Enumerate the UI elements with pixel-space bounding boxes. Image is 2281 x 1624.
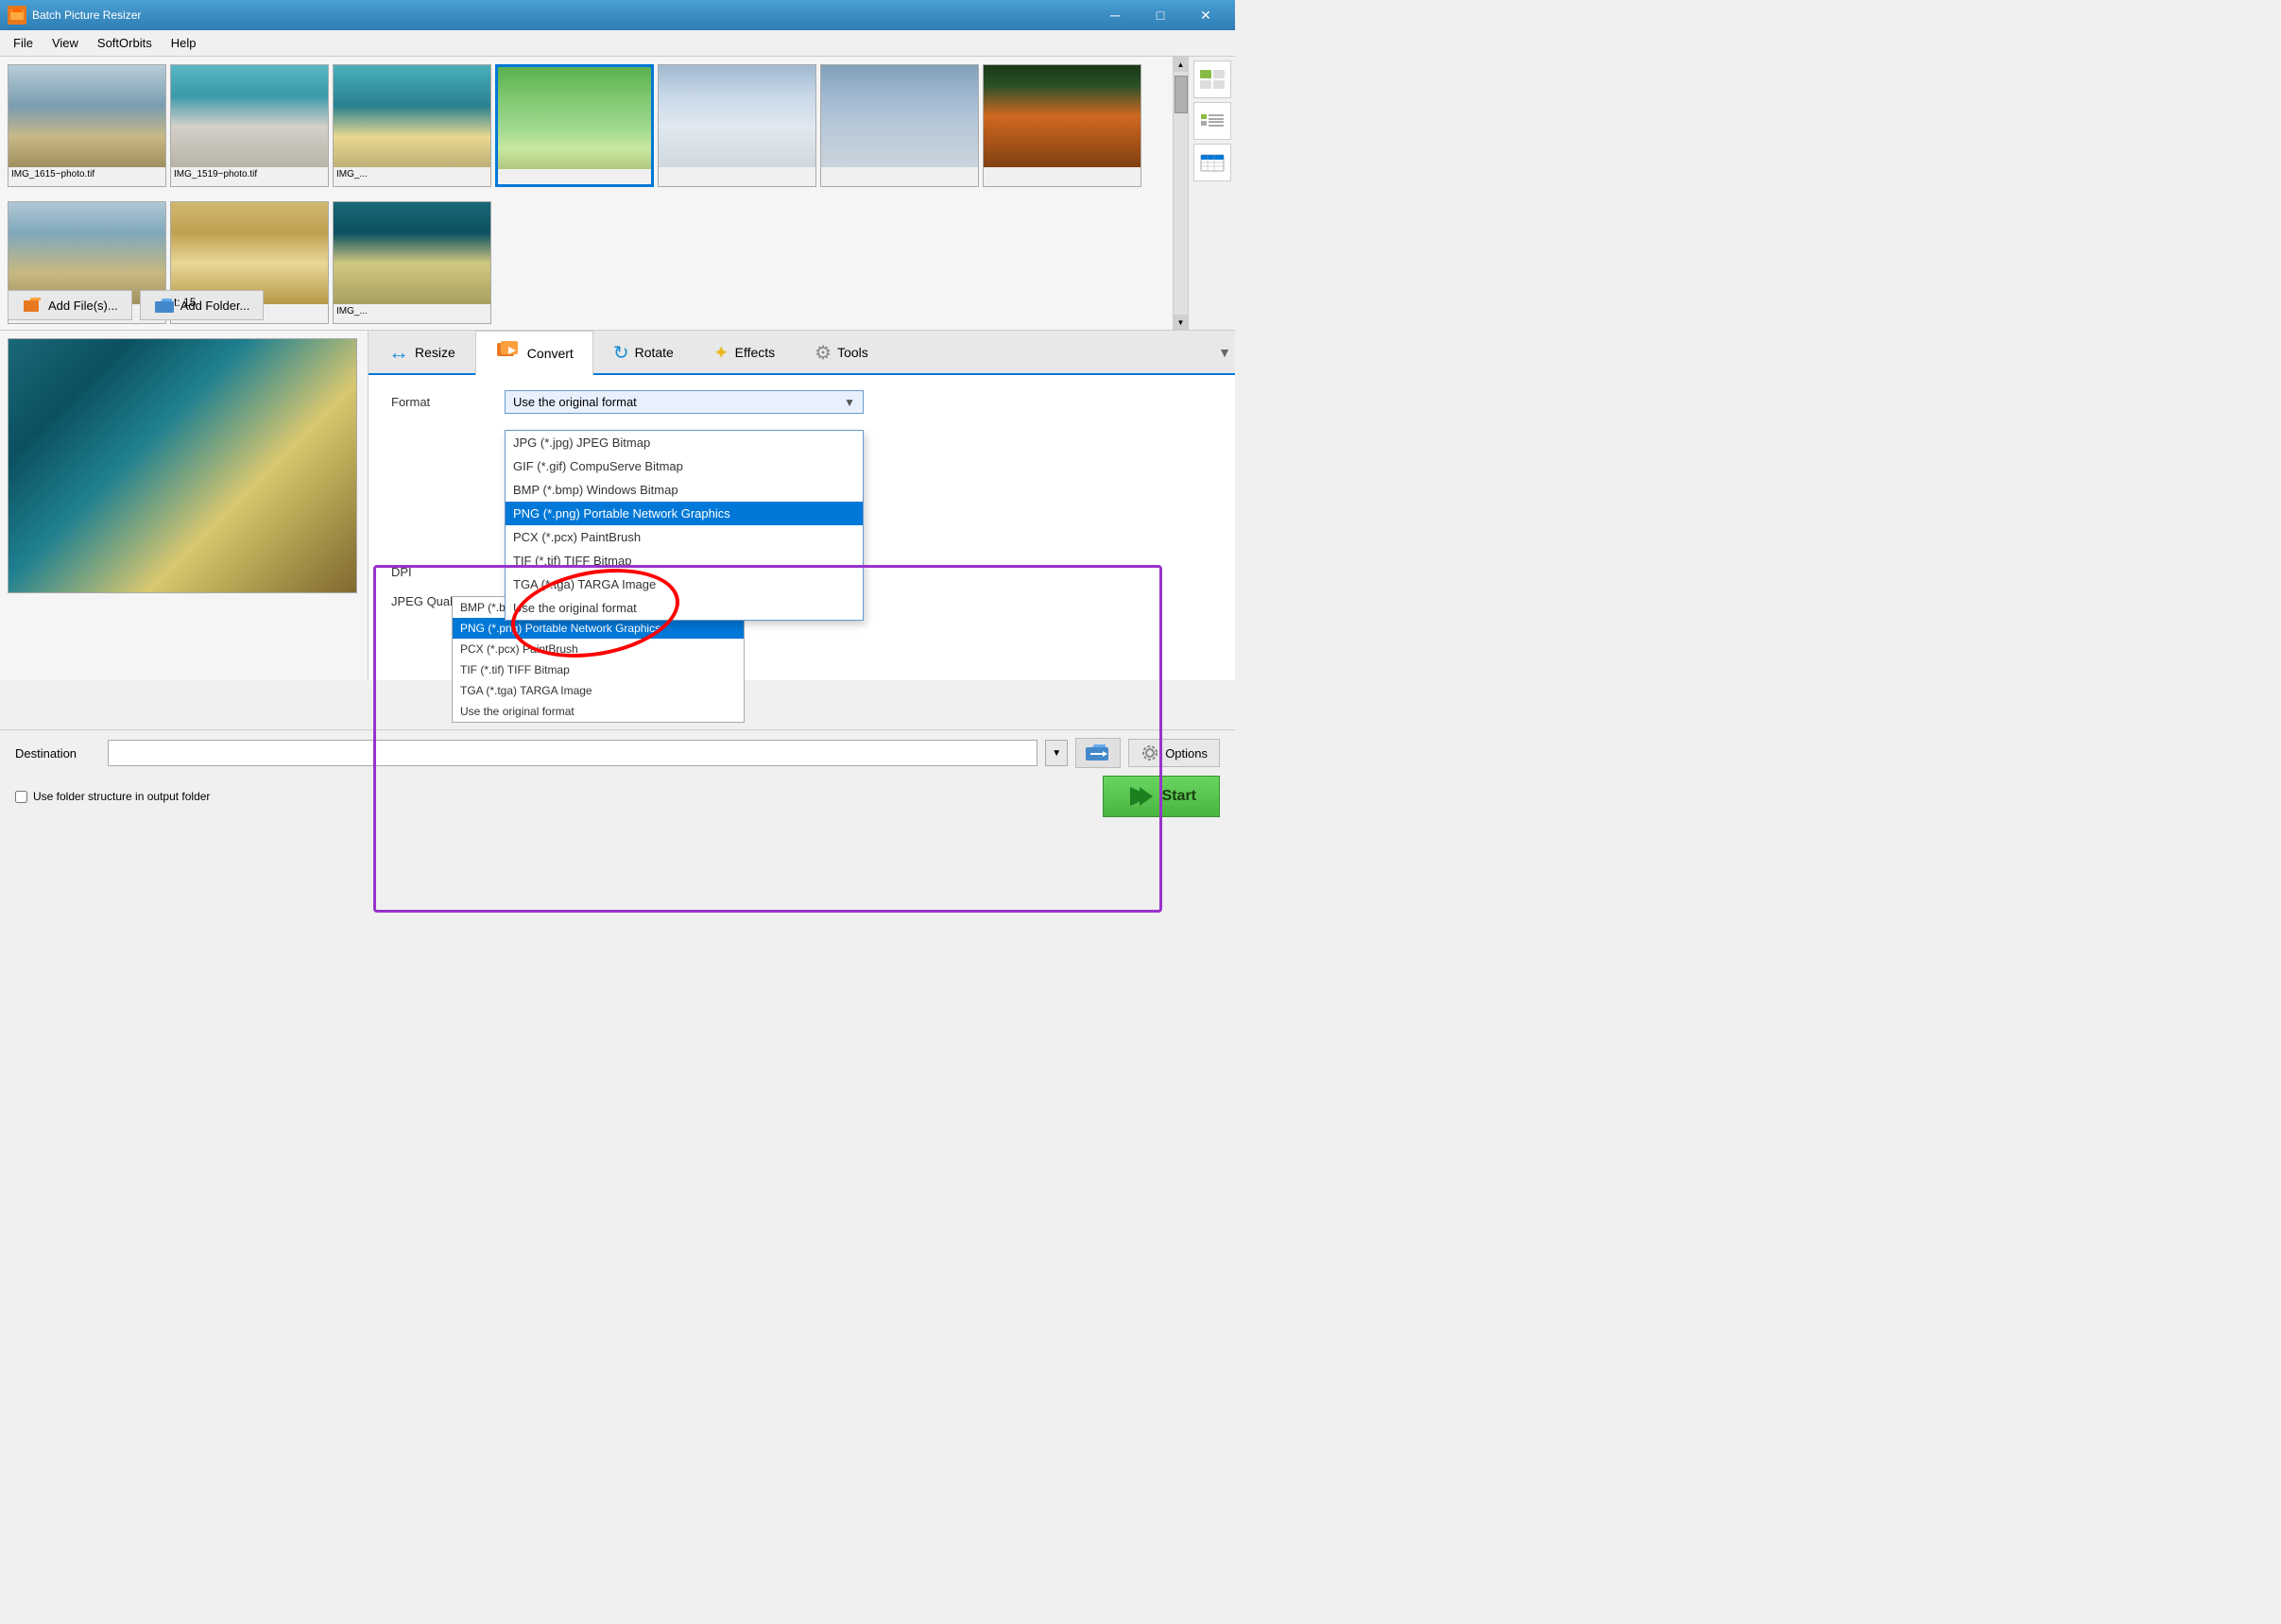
tab-convert[interactable]: Convert bbox=[475, 331, 593, 375]
format-option-tga[interactable]: TGA (*.tga) TARGA Image bbox=[506, 573, 863, 596]
convert-tab-icon bbox=[495, 339, 522, 368]
effects-tab-icon: ✦ bbox=[713, 341, 729, 365]
bg-option-tga[interactable]: TGA (*.tga) TARGA Image bbox=[453, 680, 744, 701]
thumb-6[interactable] bbox=[820, 64, 979, 187]
resize-tab-icon: ↔ bbox=[388, 340, 409, 365]
destination-row: Destination ▼ Options bbox=[15, 738, 1220, 768]
start-icon bbox=[1126, 784, 1155, 809]
thumb-2[interactable]: IMG_1519~photo.tif bbox=[170, 64, 329, 187]
browse-icon bbox=[1085, 743, 1111, 763]
format-label: Format bbox=[391, 395, 505, 409]
format-option-pcx[interactable]: PCX (*.pcx) PaintBrush bbox=[506, 525, 863, 549]
thumb-5[interactable] bbox=[658, 64, 816, 187]
image-list: IMG_1615~photo.tif IMG_1519~photo.tif IM… bbox=[0, 57, 1173, 330]
format-dropdown[interactable]: Use the original format ▼ bbox=[505, 390, 864, 414]
format-option-tif[interactable]: TIF (*.tif) TIFF Bitmap bbox=[506, 549, 863, 573]
format-option-bmp[interactable]: BMP (*.bmp) Windows Bitmap bbox=[506, 478, 863, 502]
image-strip: IMG_1615~photo.tif IMG_1519~photo.tif IM… bbox=[0, 57, 1235, 331]
thumb-1[interactable]: IMG_1615~photo.tif bbox=[8, 64, 166, 187]
options-button[interactable]: Options bbox=[1128, 739, 1220, 767]
format-control: Use the original format ▼ bbox=[505, 390, 1212, 414]
scroll-down-arrow[interactable]: ▼ bbox=[1174, 315, 1189, 330]
menu-view[interactable]: View bbox=[43, 32, 88, 54]
thumb-7[interactable] bbox=[983, 64, 1141, 187]
use-folder-checkbox[interactable] bbox=[15, 791, 27, 803]
main-preview-image bbox=[8, 338, 357, 593]
thumb-4-selected[interactable] bbox=[495, 64, 654, 187]
scroll-up-arrow[interactable]: ▲ bbox=[1174, 57, 1189, 72]
bottom-bar: Destination ▼ Options Use folder structu… bbox=[0, 729, 1235, 812]
menu-file[interactable]: File bbox=[4, 32, 43, 54]
tab-tools[interactable]: ⚙ Tools bbox=[795, 331, 888, 373]
close-button[interactable]: ✕ bbox=[1184, 0, 1227, 30]
scroll-thumb[interactable] bbox=[1175, 76, 1188, 113]
tools-tab-icon: ⚙ bbox=[815, 341, 832, 365]
right-toolbar bbox=[1188, 57, 1235, 330]
bg-option-tif[interactable]: TIF (*.tif) TIFF Bitmap bbox=[453, 659, 744, 680]
maximize-button[interactable]: □ bbox=[1139, 0, 1182, 30]
tab-rotate[interactable]: ↻ Rotate bbox=[593, 331, 694, 373]
bottom-row: Use folder structure in output folder St… bbox=[15, 776, 1220, 817]
bg-option-original[interactable]: Use the original format bbox=[453, 701, 744, 722]
tab-resize[interactable]: ↔ Resize bbox=[369, 331, 475, 373]
strip-scrollbar[interactable]: ▲ ▼ bbox=[1173, 57, 1188, 330]
dpi-label: DPI bbox=[391, 565, 505, 579]
thumb-10[interactable]: IMG_... bbox=[333, 201, 491, 324]
destination-input[interactable] bbox=[108, 740, 1038, 766]
format-row: Format Use the original format ▼ JPG (*.… bbox=[391, 390, 1212, 414]
use-folder-structure-row: Use folder structure in output folder bbox=[15, 790, 210, 803]
menu-softorbits[interactable]: SoftOrbits bbox=[88, 32, 162, 54]
tab-strip: ↔ Resize Convert ↻ Rotate ✦ Eff bbox=[369, 331, 1235, 375]
tab-effects[interactable]: ✦ Effects bbox=[694, 331, 795, 373]
bg-option-png[interactable]: PNG (*.png) Portable Network Graphics bbox=[453, 618, 744, 639]
browse-destination-button[interactable] bbox=[1075, 738, 1121, 768]
view-thumbnails-button[interactable] bbox=[1193, 60, 1231, 98]
view-list-button[interactable] bbox=[1193, 102, 1231, 140]
add-folder-button[interactable]: Add Folder... bbox=[140, 290, 265, 320]
tab-scroll-right[interactable]: ▼ bbox=[1218, 331, 1235, 373]
app-icon bbox=[8, 6, 26, 25]
app-title: Batch Picture Resizer bbox=[32, 9, 1093, 22]
title-bar: Batch Picture Resizer ─ □ ✕ bbox=[0, 0, 1235, 30]
add-folder-icon bbox=[154, 297, 175, 314]
format-option-jpg[interactable]: JPG (*.jpg) JPEG Bitmap bbox=[506, 431, 863, 454]
view-calendar-button[interactable] bbox=[1193, 144, 1231, 181]
image-count: t: 15 bbox=[174, 296, 196, 309]
window-controls: ─ □ ✕ bbox=[1093, 0, 1227, 30]
format-option-png[interactable]: PNG (*.png) Portable Network Graphics bbox=[506, 502, 863, 525]
destination-label: Destination bbox=[15, 746, 100, 761]
image-row-1: IMG_1615~photo.tif IMG_1519~photo.tif IM… bbox=[0, 57, 1173, 194]
rotate-tab-icon: ↻ bbox=[613, 341, 629, 365]
dropdown-arrow-icon: ▼ bbox=[844, 396, 855, 409]
start-button[interactable]: Start bbox=[1103, 776, 1220, 817]
options-gear-icon bbox=[1140, 744, 1159, 762]
format-dropdown-list: JPG (*.jpg) JPEG Bitmap GIF (*.gif) Comp… bbox=[505, 430, 864, 621]
scroll-track bbox=[1174, 72, 1188, 315]
bg-option-pcx[interactable]: PCX (*.pcx) PaintBrush bbox=[453, 639, 744, 659]
left-panel bbox=[0, 331, 369, 680]
menu-help[interactable]: Help bbox=[162, 32, 206, 54]
format-option-gif[interactable]: GIF (*.gif) CompuServe Bitmap bbox=[506, 454, 863, 478]
use-folder-label: Use folder structure in output folder bbox=[33, 790, 210, 803]
format-option-original[interactable]: Use the original format bbox=[506, 596, 863, 620]
add-files-button[interactable]: Add File(s)... bbox=[8, 290, 132, 320]
add-files-icon bbox=[22, 297, 43, 314]
thumb-3[interactable]: IMG_... bbox=[333, 64, 491, 187]
menu-bar: File View SoftOrbits Help bbox=[0, 30, 1235, 57]
add-buttons-row: Add File(s)... Add Folder... t: 15 bbox=[0, 284, 271, 326]
destination-dropdown-arrow[interactable]: ▼ bbox=[1045, 740, 1068, 766]
minimize-button[interactable]: ─ bbox=[1093, 0, 1137, 30]
